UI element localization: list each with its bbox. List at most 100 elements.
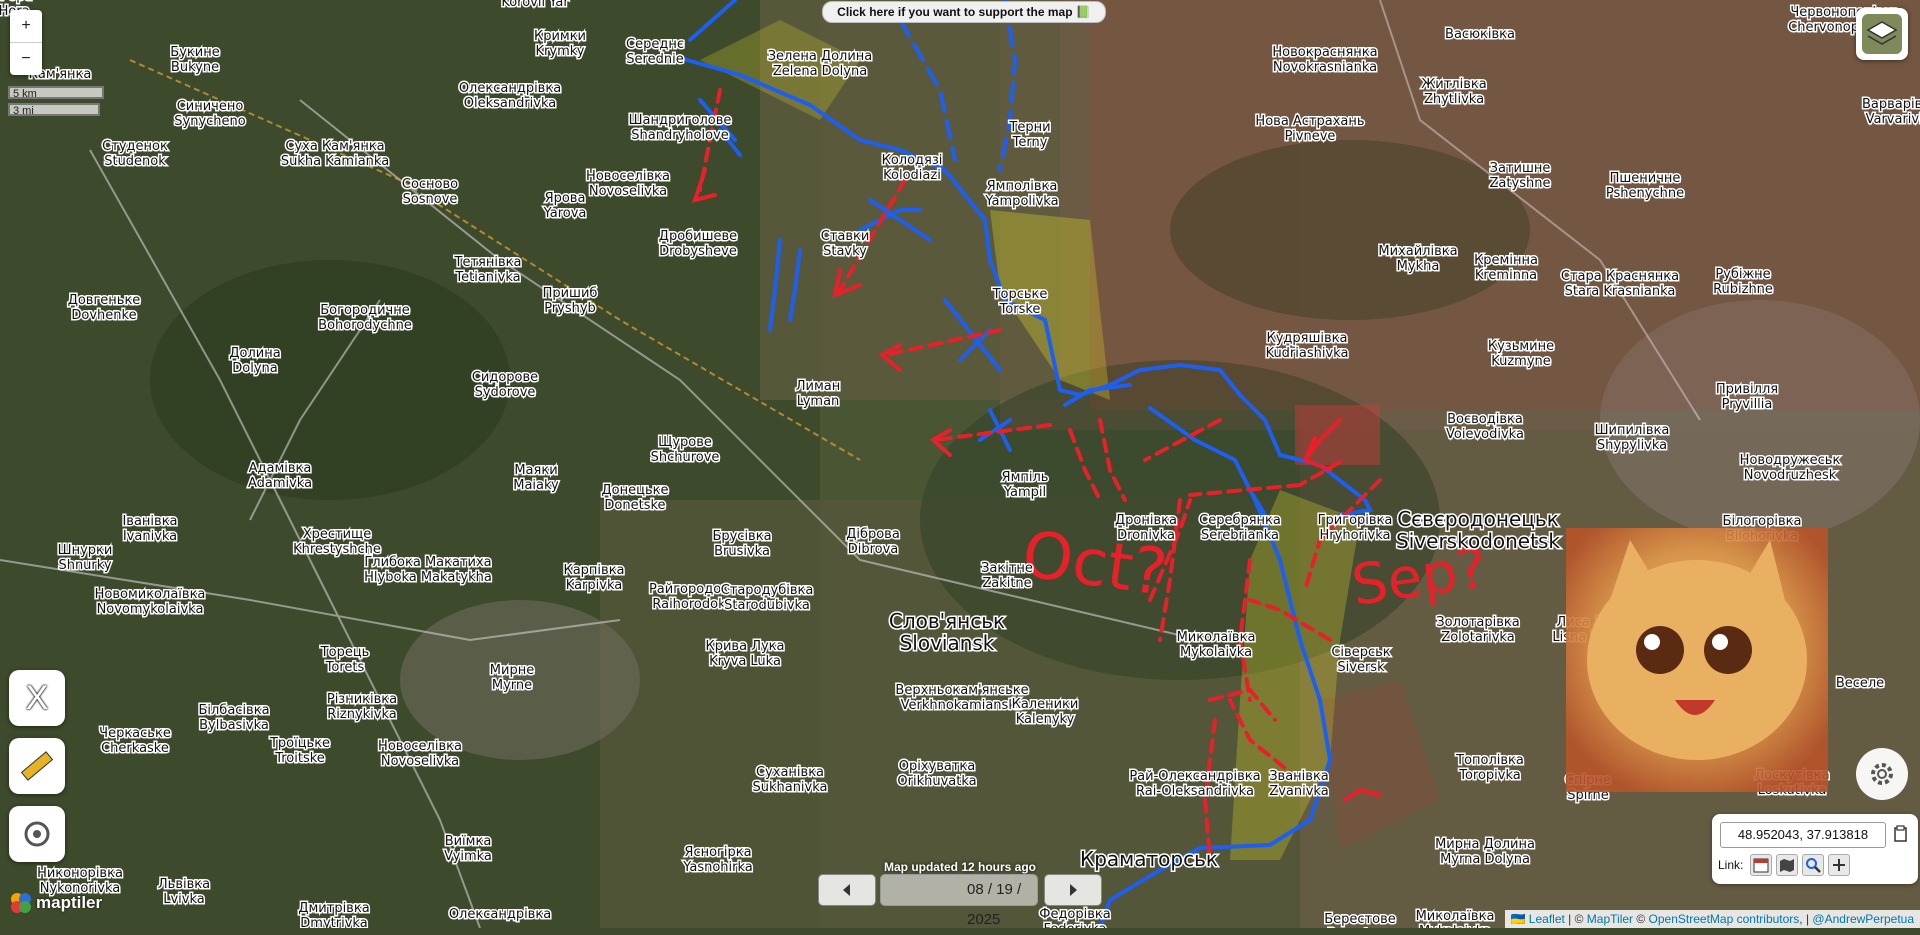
settlement-label: Богородичне [320, 303, 409, 318]
settlement-label: Dovhenke [71, 308, 136, 323]
previous-date-button[interactable] [818, 874, 876, 906]
settlement-label: Kalenyky [1016, 712, 1075, 727]
settlement-label: Дробишеве [659, 229, 737, 244]
settlement-label: Стародубівка [721, 583, 814, 598]
settings-button[interactable] [1856, 748, 1908, 800]
settlement-label: Ясногірка [684, 845, 751, 860]
settlement-label: Берестове [1324, 912, 1396, 927]
settlement-label: Mykolaivka [1419, 924, 1491, 928]
attribution-separator: | © [1565, 912, 1587, 926]
settlement-label: Ямпіль [1002, 470, 1049, 485]
zoom-control: + − [10, 10, 42, 75]
settlement-label: Oleksandrivka [464, 96, 557, 111]
maptiler-logo[interactable]: maptiler [10, 892, 102, 914]
settlement-label: Новокраснянка [1272, 45, 1377, 60]
coordinates-field[interactable]: 48.952043, 37.913818 [1720, 822, 1886, 848]
settlement-label: Verkhnokamianske [901, 698, 1024, 713]
settlement-label: Тополівка [1455, 753, 1524, 768]
settlement-label: Zelena Dolyna [773, 64, 867, 79]
settlement-label: Raihorodok [652, 597, 726, 612]
copy-icon[interactable] [1890, 824, 1910, 844]
settlement-label: Карпівка [563, 563, 624, 578]
settlement-label: Novokrasnianka [1273, 60, 1377, 75]
scale-mi: 3 mi [8, 103, 100, 116]
settlement-label: Donetske [604, 498, 665, 513]
settlement-label: Ярова [545, 191, 586, 206]
settlement-label: Yasnohirka [682, 860, 753, 875]
target-icon [22, 819, 52, 849]
map-canvas[interactable]: Oct? Sep? Korovii YarКримкиKrymkyБукинеB… [0, 0, 1920, 928]
settlement-label: Студенок [102, 139, 168, 154]
zoom-in-button[interactable]: + [10, 10, 42, 42]
layers-button[interactable] [1856, 8, 1908, 60]
settlement-label: Dolyna [232, 361, 277, 376]
author-link[interactable]: @AndrewPerpetua [1812, 912, 1914, 926]
leaflet-link[interactable]: Leaflet [1529, 912, 1565, 926]
maptiler-logo-text: maptiler [36, 893, 102, 913]
settlement-label: Stara Krasnianka [1565, 284, 1676, 299]
attribution-bar: 🇺🇦 Leaflet | © MapTiler © OpenStreetMap … [1505, 910, 1920, 928]
osm-link[interactable]: OpenStreetMap contributors [1649, 912, 1800, 926]
settlement-label: Торець [320, 645, 370, 660]
settlement-label: Serednie [626, 52, 683, 67]
ruler-icon [17, 746, 57, 786]
settlement-label: Sukhanivka [752, 780, 827, 795]
next-date-button[interactable] [1044, 874, 1102, 906]
settlement-label: Білогорівка [1723, 514, 1802, 529]
search-link-button[interactable] [1802, 854, 1824, 876]
zoom-out-button[interactable]: − [10, 42, 42, 75]
chevron-right-icon [1066, 883, 1080, 897]
settlement-label: Шандриголове [629, 113, 732, 128]
date-field[interactable]: 08 / 19 / 2025 [880, 874, 1038, 906]
settlement-label: Рай-Олександрівка [1129, 769, 1260, 784]
settlement-label: Toropivka [1458, 768, 1521, 783]
coordinates-panel: 48.952043, 37.913818 Link: [1712, 814, 1918, 884]
ruler-tool-button[interactable] [9, 738, 65, 794]
settlement-label: Кузьмине [1488, 339, 1554, 354]
settlement-label: Mykolaivka [1180, 645, 1252, 660]
settlement-label: Bukyne [171, 60, 219, 75]
plus-icon [1831, 857, 1847, 873]
settlement-label: Тетянівка [454, 255, 522, 270]
layers-icon [1856, 8, 1908, 60]
support-banner[interactable]: Click here if you want to support the ma… [822, 1, 1106, 23]
map-link-button[interactable] [1776, 854, 1798, 876]
settlement-label: Верхньокам'янське [895, 683, 1028, 698]
settlement-label: Зелена Долина [768, 49, 873, 64]
settlement-label: Brusivka [714, 544, 770, 559]
target-tool-button[interactable] [9, 806, 65, 862]
settlement-label: Starodubivka [724, 598, 810, 613]
settlement-label: Kuzmyne [1491, 354, 1551, 369]
calendar-link-button[interactable] [1750, 854, 1772, 876]
calendar-icon [1753, 857, 1769, 873]
settlement-label: Terny [1012, 135, 1048, 150]
settlement-label: Novoselivka [381, 754, 459, 769]
settlement-label: Dronivka [1117, 528, 1175, 543]
settlement-label: Orikhuvatka [897, 774, 976, 789]
add-link-button[interactable] [1828, 854, 1850, 876]
settlement-label: Kudriashivka [1266, 346, 1349, 361]
settlement-label: Миколаївка [1416, 909, 1495, 924]
maptiler-link[interactable]: MapTiler [1587, 912, 1633, 926]
settlement-label: Брусівка [712, 529, 771, 544]
settlement-label: Григорівка [1318, 513, 1393, 528]
attribution-separator: © [1633, 912, 1649, 926]
settlement-label: Щурове [658, 435, 712, 450]
settlement-label: Shypylivka [1597, 438, 1667, 453]
settlement-label: Maiaky [513, 478, 559, 493]
settlement-label: Sosnove [403, 192, 458, 207]
gear-icon [1867, 759, 1897, 789]
settlement-label: Novodruzhesk [1744, 468, 1837, 483]
settlement-label: Ivanivka [123, 529, 177, 544]
settlement-label: Виїмка [445, 834, 492, 849]
maptiler-icon [10, 892, 32, 914]
settlement-label: Kreminna [1475, 268, 1537, 283]
settlement-label: Стара Краснянка [1561, 269, 1679, 284]
settlement-label: Донецьке [602, 483, 669, 498]
settlement-label: Кремінна [1474, 253, 1538, 268]
settlement-label: Dibrova [848, 542, 899, 557]
settlement-label: Серебрянка [1199, 513, 1281, 528]
close-tool-button[interactable]: X [9, 670, 65, 726]
settlement-label: Bylbasivka [199, 718, 269, 733]
settlement-label: Riznykivka [327, 707, 397, 722]
